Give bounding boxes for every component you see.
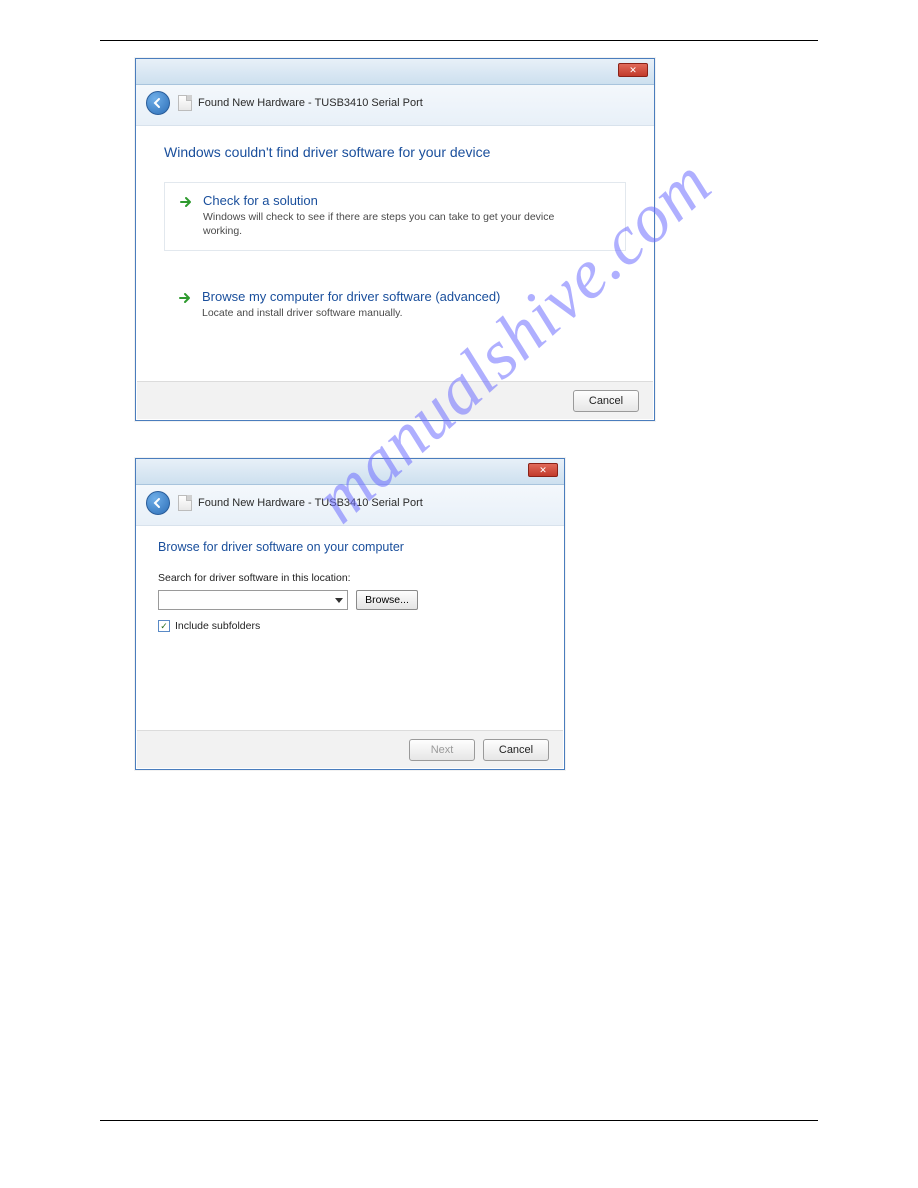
back-arrow-icon <box>152 97 164 109</box>
option-title: Browse my computer for driver software (… <box>202 289 500 304</box>
dialog-body: Browse for driver software on your compu… <box>136 526 564 724</box>
page-top-rule <box>100 40 818 41</box>
arrow-right-icon <box>179 195 193 209</box>
back-arrow-icon <box>152 497 164 509</box>
dialog-header: Found New Hardware - TUSB3410 Serial Por… <box>136 85 654 126</box>
device-icon <box>178 495 192 511</box>
cancel-button[interactable]: Cancel <box>483 739 549 761</box>
option-description: Windows will check to see if there are s… <box>203 210 563 238</box>
option-title: Check for a solution <box>203 193 563 208</box>
location-row: Browse... <box>158 590 542 610</box>
dialog-header: Found New Hardware - TUSB3410 Serial Por… <box>136 485 564 526</box>
titlebar: ✕ <box>136 459 564 485</box>
option-text: Check for a solution Windows will check … <box>203 193 563 238</box>
dialog-footer: Next Cancel <box>137 730 563 768</box>
window-title: Found New Hardware - TUSB3410 Serial Por… <box>198 97 423 109</box>
browse-button[interactable]: Browse... <box>356 590 418 610</box>
main-heading: Windows couldn't find driver software fo… <box>164 144 626 160</box>
option-description: Locate and install driver software manua… <box>202 306 500 320</box>
close-button[interactable]: ✕ <box>618 63 648 77</box>
arrow-right-icon <box>178 291 192 305</box>
next-button[interactable]: Next <box>409 739 475 761</box>
option-check-solution[interactable]: Check for a solution Windows will check … <box>164 182 626 251</box>
main-heading: Browse for driver software on your compu… <box>158 540 542 554</box>
include-subfolders-label: Include subfolders <box>175 620 260 632</box>
location-combobox[interactable] <box>158 590 348 610</box>
back-button[interactable] <box>146 491 170 515</box>
option-browse-computer[interactable]: Browse my computer for driver software (… <box>164 279 626 332</box>
dialog-body: Windows couldn't find driver software fo… <box>136 126 654 375</box>
back-button[interactable] <box>146 91 170 115</box>
include-subfolders-row[interactable]: ✓ Include subfolders <box>158 620 542 632</box>
search-location-label: Search for driver software in this locat… <box>158 572 542 584</box>
cancel-button[interactable]: Cancel <box>573 390 639 412</box>
checkbox-checked-icon[interactable]: ✓ <box>158 620 170 632</box>
option-text: Browse my computer for driver software (… <box>202 289 500 320</box>
window-title: Found New Hardware - TUSB3410 Serial Por… <box>198 497 423 509</box>
found-new-hardware-dialog-1: ✕ Found New Hardware - TUSB3410 Serial P… <box>135 58 655 421</box>
titlebar: ✕ <box>136 59 654 85</box>
found-new-hardware-dialog-2: ✕ Found New Hardware - TUSB3410 Serial P… <box>135 458 565 770</box>
dialog-footer: Cancel <box>137 381 653 419</box>
close-button[interactable]: ✕ <box>528 463 558 477</box>
page-bottom-rule <box>100 1120 818 1121</box>
device-icon <box>178 95 192 111</box>
